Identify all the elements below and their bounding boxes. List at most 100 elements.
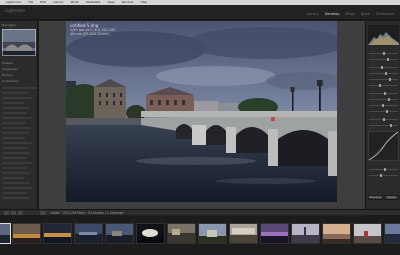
preset-row[interactable] xyxy=(2,177,24,179)
filmstrip-thumbnail[interactable] xyxy=(198,223,227,244)
filmstrip-thumbnail[interactable] xyxy=(0,223,11,244)
presets-label[interactable]: Presets xyxy=(2,61,13,65)
collections-label[interactable]: Collections xyxy=(2,79,18,83)
slider-knob[interactable] xyxy=(384,168,386,171)
thumbnail-image xyxy=(323,224,350,243)
preset-row[interactable] xyxy=(2,172,31,174)
filmstrip-thumbnail[interactable] xyxy=(12,223,41,244)
filmstrip-thumbnail[interactable] xyxy=(291,223,320,244)
main-photo[interactable]: untitled-5.dng 1/30 sec at f / 8.0, ISO … xyxy=(66,21,337,202)
reset-button[interactable]: Reset xyxy=(384,195,399,200)
module-picker: Library Develop Maps Book Slideshow xyxy=(306,12,394,16)
filmstrip-thumbnail[interactable] xyxy=(74,223,103,244)
preset-row[interactable] xyxy=(2,182,29,184)
navigator-preview[interactable] xyxy=(2,29,36,56)
slider-knob[interactable] xyxy=(383,118,385,121)
preset-row[interactable] xyxy=(2,107,30,109)
right-panel: Previous Reset xyxy=(365,21,400,209)
thumbnail-image xyxy=(75,224,102,243)
photo-image xyxy=(66,21,337,202)
thumbnail-image xyxy=(13,224,40,243)
preset-row[interactable] xyxy=(2,137,25,139)
tone-curve-graph xyxy=(368,131,399,161)
thumbnail-image xyxy=(385,224,400,243)
filmstrip-thumbnail[interactable] xyxy=(322,223,351,244)
thumbnail-image xyxy=(0,224,10,243)
thumbnail-image xyxy=(354,224,381,243)
preset-row[interactable] xyxy=(2,187,33,189)
preset-row[interactable] xyxy=(2,142,32,144)
tone-curve[interactable] xyxy=(368,131,399,161)
slider-knob[interactable] xyxy=(382,104,384,107)
slider-knob[interactable] xyxy=(389,78,391,81)
thumbnail-image xyxy=(261,224,288,243)
adjust-slider[interactable] xyxy=(369,110,398,113)
filmstrip-thumbnail[interactable] xyxy=(353,223,382,244)
preset-row[interactable] xyxy=(2,92,28,94)
module-slideshow[interactable]: Slideshow xyxy=(376,12,394,16)
module-library[interactable]: Library xyxy=(306,12,319,16)
preset-row[interactable] xyxy=(2,87,36,89)
slider-knob[interactable] xyxy=(383,52,385,55)
history-label[interactable]: History xyxy=(2,73,13,77)
filmstrip-thumbnail[interactable] xyxy=(260,223,289,244)
slider-knob[interactable] xyxy=(388,98,390,101)
adjust-slider[interactable] xyxy=(369,52,398,55)
preset-row[interactable] xyxy=(2,102,24,104)
slider-knob[interactable] xyxy=(380,174,382,177)
slider-knob[interactable] xyxy=(384,92,386,95)
filmstrip-thumbnail[interactable] xyxy=(229,223,258,244)
slider-knob[interactable] xyxy=(387,58,389,61)
adjust-slider[interactable] xyxy=(369,84,398,87)
thumbnail-image xyxy=(199,224,226,243)
slider-knob[interactable] xyxy=(386,110,388,113)
preset-row[interactable] xyxy=(2,167,27,169)
adjust-slider[interactable] xyxy=(369,104,398,107)
filmstrip-thumbnail[interactable] xyxy=(384,223,400,244)
module-develop[interactable]: Develop xyxy=(325,12,340,16)
histogram[interactable] xyxy=(368,25,399,45)
preset-row[interactable] xyxy=(2,117,33,119)
thumbnail-image xyxy=(44,224,71,243)
navigator-label[interactable]: Navigator xyxy=(2,23,17,27)
thumbnail-image xyxy=(168,224,195,243)
thumbnail-image xyxy=(137,224,164,243)
adjust-slider[interactable] xyxy=(369,168,398,171)
adjust-slider[interactable] xyxy=(369,124,398,127)
adjust-slider[interactable] xyxy=(369,66,398,69)
module-maps[interactable]: Maps xyxy=(346,12,355,16)
snapshots-label[interactable]: Snapshots xyxy=(2,67,18,71)
image-workspace: untitled-5.dng 1/30 sec at f / 8.0, ISO … xyxy=(39,21,365,209)
previous-button[interactable]: Previous xyxy=(368,195,383,200)
adjust-slider[interactable] xyxy=(369,78,398,81)
adjust-slider[interactable] xyxy=(369,174,398,177)
adjust-slider[interactable] xyxy=(369,72,398,75)
slider-knob[interactable] xyxy=(381,66,383,69)
preset-row[interactable] xyxy=(2,97,32,99)
preset-row[interactable] xyxy=(2,147,28,149)
slider-knob[interactable] xyxy=(379,84,381,87)
thumbnail-image xyxy=(106,224,133,243)
adjust-slider[interactable] xyxy=(369,58,398,61)
adjust-slider[interactable] xyxy=(369,118,398,121)
preset-row[interactable] xyxy=(2,157,26,159)
preset-row[interactable] xyxy=(2,192,26,194)
photo-lens: 16 mm (EF-S10-22mm) xyxy=(70,32,110,36)
filmstrip-thumbnail[interactable] xyxy=(136,223,165,244)
preset-row[interactable] xyxy=(2,152,30,154)
filmstrip-thumbnail[interactable] xyxy=(167,223,196,244)
preset-row[interactable] xyxy=(2,112,27,114)
module-book[interactable]: Book xyxy=(361,12,370,16)
preset-row[interactable] xyxy=(2,197,30,199)
preset-row[interactable] xyxy=(2,132,29,134)
slider-knob[interactable] xyxy=(385,72,387,75)
preset-row[interactable] xyxy=(2,127,31,129)
preset-row[interactable] xyxy=(2,162,32,164)
thumbnail-image xyxy=(230,224,257,243)
filmstrip-thumbnail[interactable] xyxy=(43,223,72,244)
adjust-slider[interactable] xyxy=(369,98,398,101)
slider-knob[interactable] xyxy=(390,124,392,127)
preset-row[interactable] xyxy=(2,122,26,124)
filmstrip-thumbnail[interactable] xyxy=(105,223,134,244)
adjust-slider[interactable] xyxy=(369,92,398,95)
